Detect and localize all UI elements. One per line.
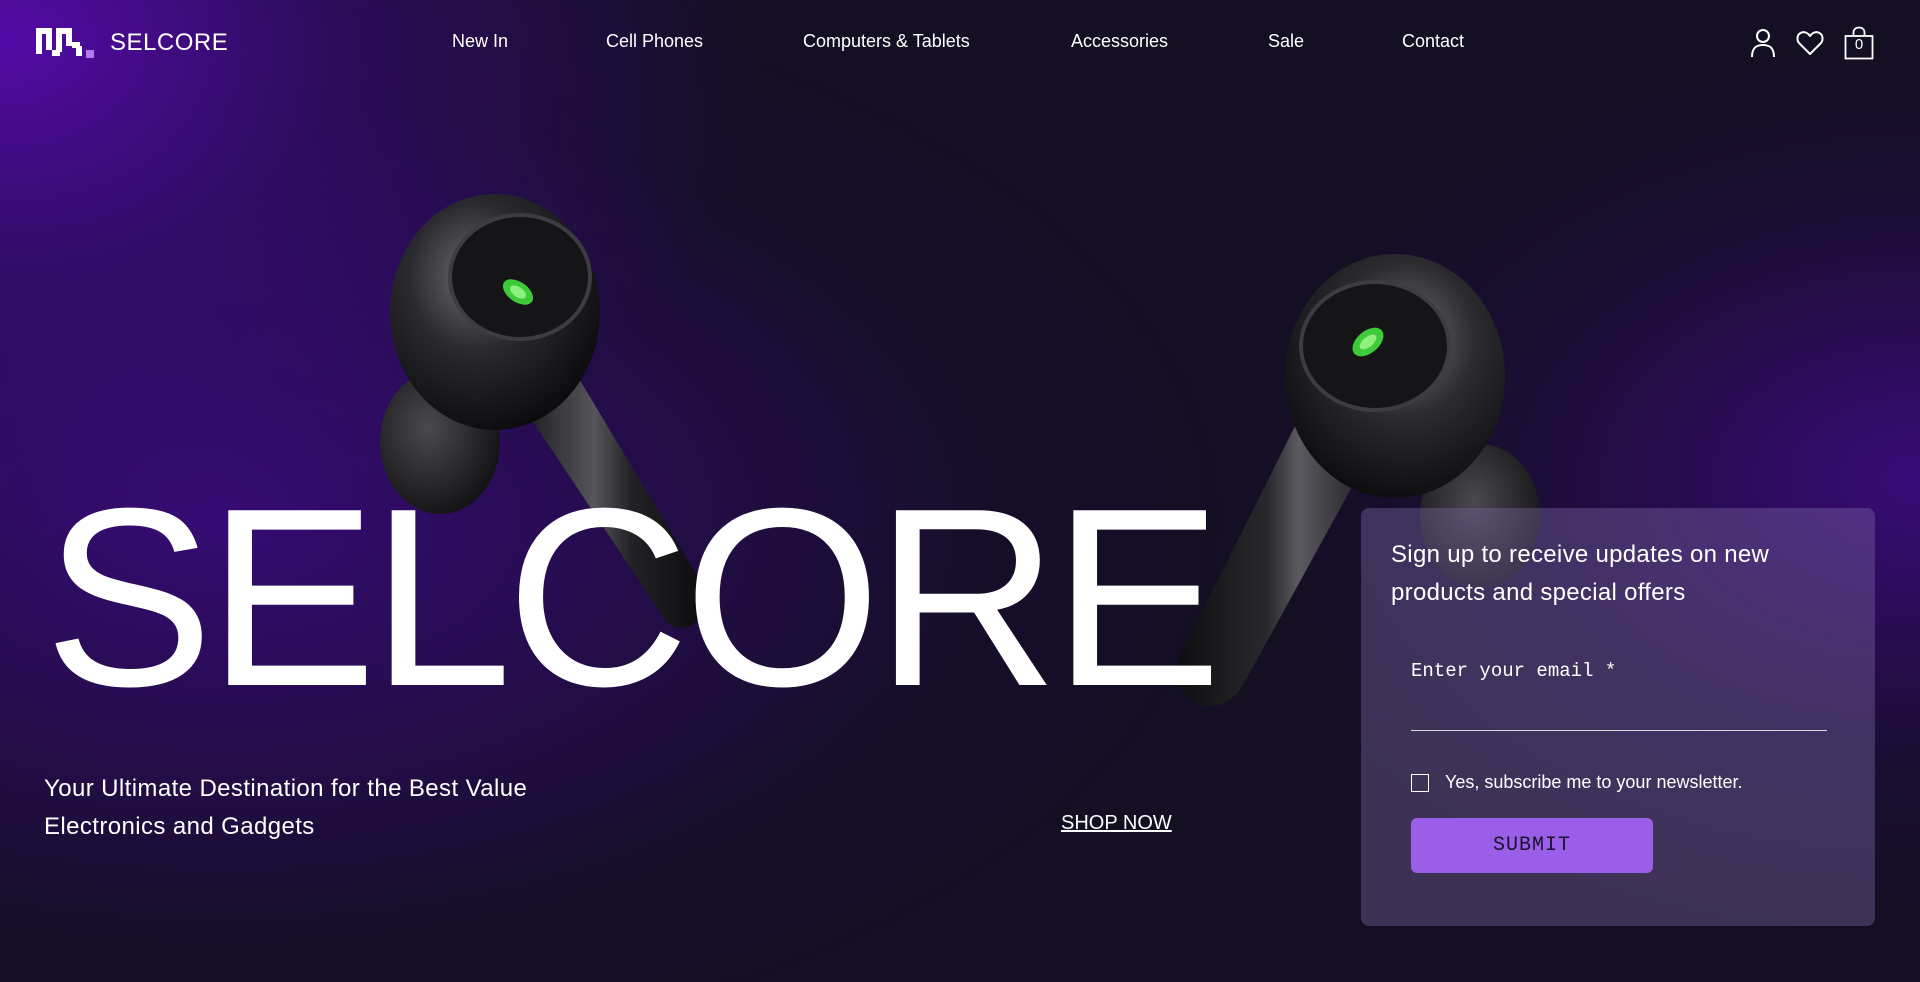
- hero-tagline: Your Ultimate Destination for the Best V…: [44, 775, 528, 840]
- email-label-text: Enter your email: [1411, 660, 1594, 682]
- email-input[interactable]: [1411, 686, 1827, 731]
- nav-item-contact[interactable]: Contact: [1402, 31, 1464, 52]
- nav-item-new-in[interactable]: New In: [452, 31, 508, 52]
- site-header: SELCORE New In Cell Phones Computers & T…: [0, 0, 1920, 86]
- email-field-label: Enter your email *: [1411, 660, 1616, 682]
- header-actions: 0: [1750, 26, 1874, 60]
- signup-heading: Sign up to receive updates on new produc…: [1391, 541, 1770, 606]
- cart-count: 0: [1854, 36, 1864, 53]
- nav-item-sale[interactable]: Sale: [1268, 31, 1304, 52]
- heart-icon[interactable]: [1796, 30, 1824, 56]
- main-nav: New In Cell Phones Computers & Tablets A…: [0, 31, 1920, 55]
- nav-item-accessories[interactable]: Accessories: [1071, 31, 1168, 52]
- subscribe-checkbox[interactable]: [1411, 773, 1429, 792]
- hero-title: SELCORE: [44, 455, 1222, 739]
- required-marker: *: [1604, 660, 1617, 682]
- newsletter-signup-panel: Sign up to receive updates on new produc…: [1361, 508, 1875, 926]
- submit-button[interactable]: SUBMIT: [1411, 818, 1653, 873]
- user-icon[interactable]: [1750, 27, 1776, 59]
- subscribe-checkbox-row[interactable]: Yes, subscribe me to your newsletter.: [1411, 772, 1742, 793]
- cart-button[interactable]: 0: [1844, 26, 1874, 60]
- nav-item-computers-tablets[interactable]: Computers & Tablets: [803, 31, 970, 52]
- nav-item-cell-phones[interactable]: Cell Phones: [606, 31, 703, 52]
- subscribe-label: Yes, subscribe me to your newsletter.: [1445, 772, 1743, 792]
- shop-now-link[interactable]: SHOP NOW: [1061, 812, 1172, 835]
